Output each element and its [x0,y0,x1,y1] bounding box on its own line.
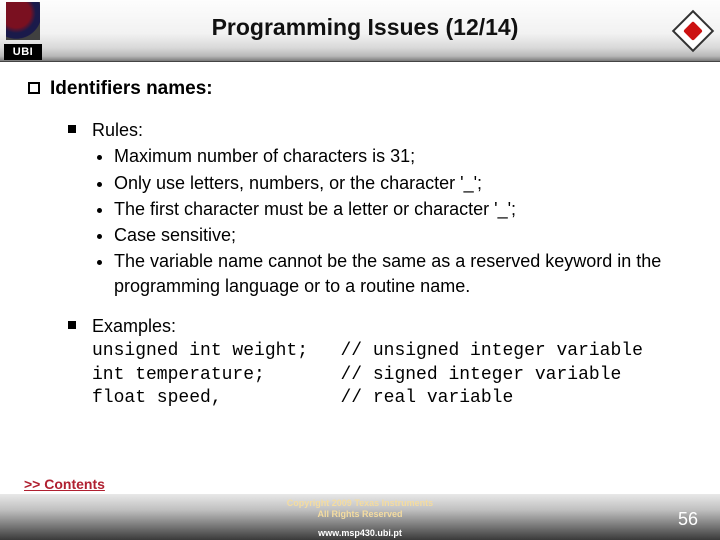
rules-block: Rules: Maximum number of characters is 3… [68,118,692,300]
rule-item: Maximum number of characters is 31; [114,144,692,168]
section-heading-row: Identifiers names: [28,78,692,100]
footer-url: www.msp430.ubi.pt [0,528,720,538]
slide-title: Programming Issues (12/14) [70,14,660,41]
section-heading: Identifiers names: [50,78,213,100]
hollow-square-bullet-icon [28,82,40,94]
rule-item: The variable name cannot be the same as … [114,249,692,298]
filled-square-bullet-icon [68,125,76,133]
examples-label: Examples: [92,314,643,338]
copyright-line: All Rights Reserved [317,509,402,519]
ubi-label: UBI [4,44,42,60]
ti-logo-icon [672,10,714,52]
slide-body: Identifiers names: Rules: Maximum number… [28,78,692,484]
page-number: 56 [678,509,698,530]
rule-item: Only use letters, numbers, or the charac… [114,171,692,195]
examples-block: Examples: unsigned int weight; // unsign… [68,314,692,410]
footer-bar: Copyright 2009 Texas Instruments All Rig… [0,494,720,540]
code-example: unsigned int weight; // unsigned integer… [92,340,643,410]
rule-item: Case sensitive; [114,223,692,247]
filled-square-bullet-icon [68,321,76,329]
copyright-text: Copyright 2009 Texas Instruments All Rig… [0,498,720,520]
rules-label: Rules: [92,118,692,142]
title-bar: UBI Programming Issues (12/14) [0,0,720,62]
contents-link[interactable]: >> Contents [24,476,105,492]
rules-list: Maximum number of characters is 31; Only… [114,144,692,298]
copyright-line: Copyright 2009 Texas Instruments [287,498,433,508]
crest-logo [6,2,40,40]
rule-item: The first character must be a letter or … [114,197,692,221]
